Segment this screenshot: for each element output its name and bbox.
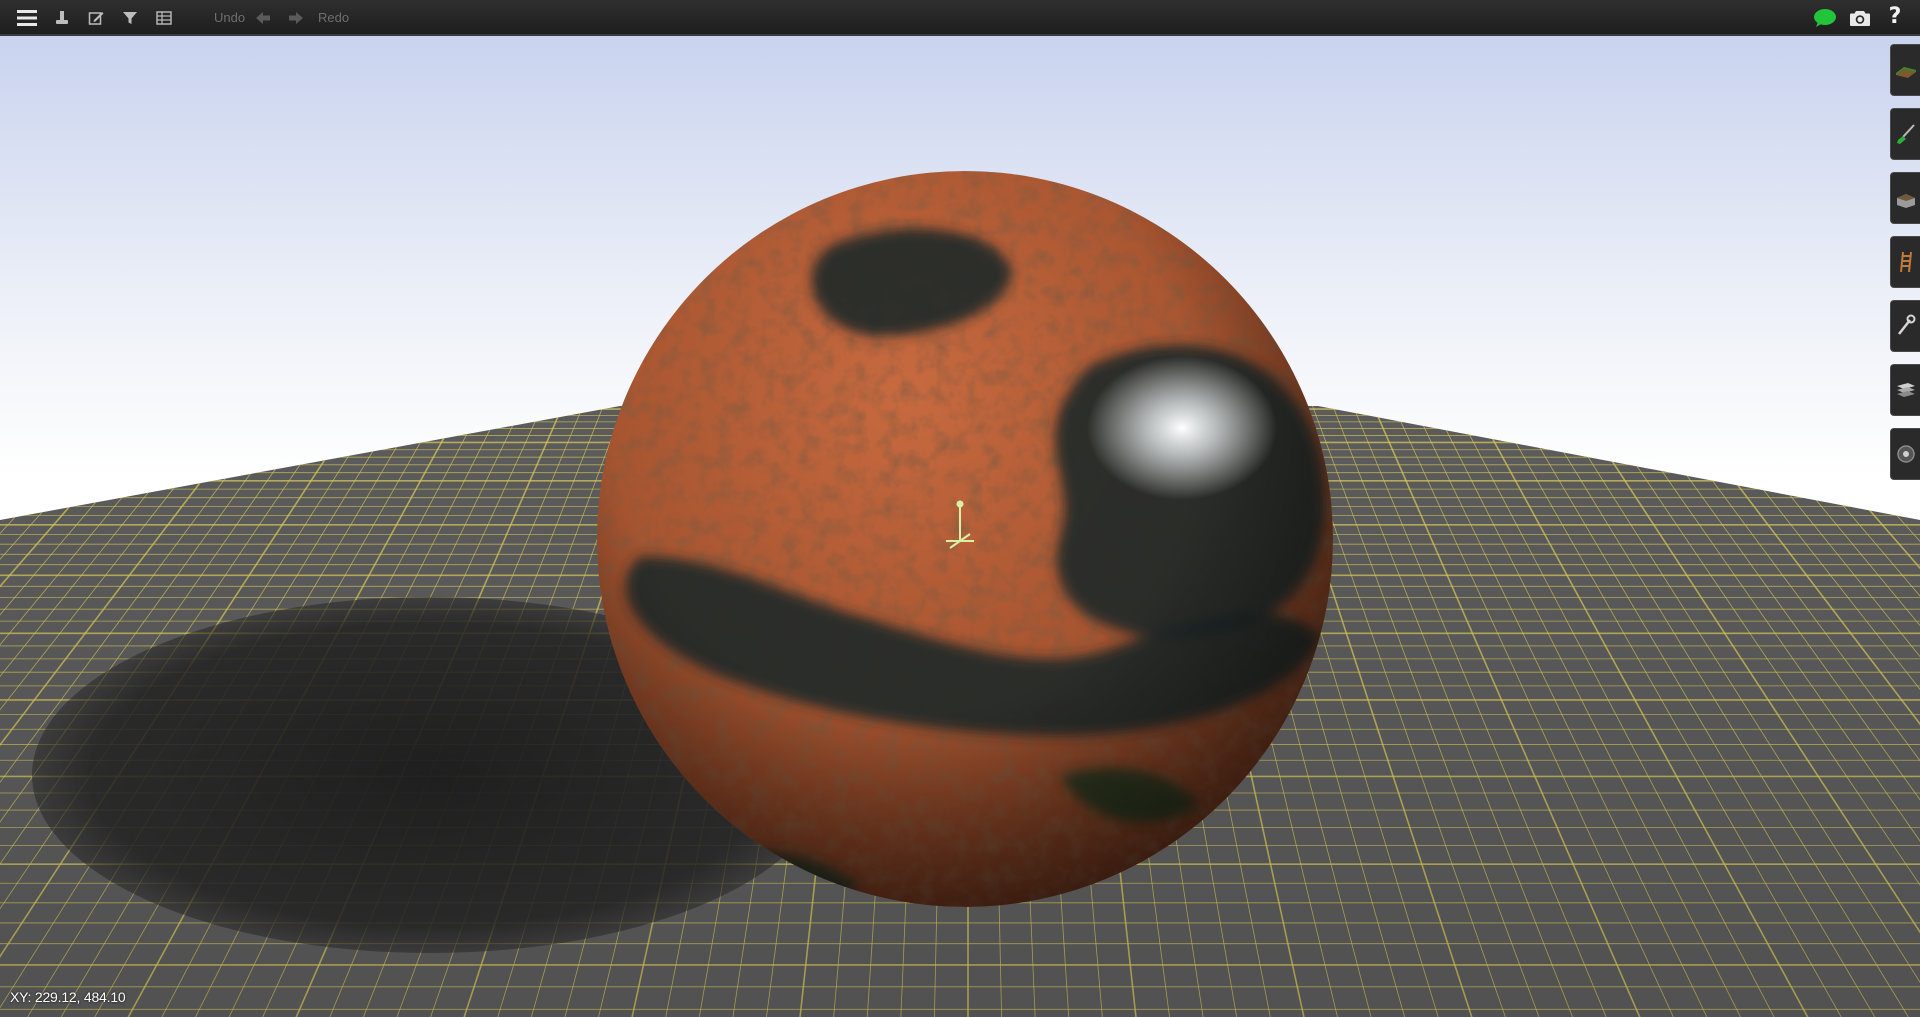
terrain-tool-button[interactable] bbox=[1890, 44, 1920, 96]
person-button[interactable] bbox=[49, 6, 75, 30]
chat-button[interactable] bbox=[1812, 6, 1838, 30]
edit-button[interactable] bbox=[83, 6, 109, 30]
3d-viewport[interactable] bbox=[0, 36, 1920, 1017]
undo-arrow-icon bbox=[256, 12, 270, 24]
layers-tool-icon bbox=[1896, 383, 1915, 397]
menu-icon bbox=[17, 10, 37, 26]
main-menu-button[interactable] bbox=[14, 6, 40, 30]
wrench-tool-icon bbox=[1897, 314, 1915, 335]
light-tool-button[interactable] bbox=[1890, 428, 1920, 480]
table-button[interactable] bbox=[151, 6, 177, 30]
wrench-tool-button[interactable] bbox=[1890, 300, 1920, 352]
paint-brush-tool-button[interactable] bbox=[1890, 108, 1920, 160]
ladder-tool-button[interactable] bbox=[1890, 236, 1920, 288]
ladder-tool-icon bbox=[1899, 251, 1912, 273]
person-icon bbox=[56, 11, 68, 24]
light-tool-icon bbox=[1896, 445, 1915, 463]
help-button[interactable]: ? bbox=[1882, 3, 1908, 29]
camera-icon bbox=[1850, 11, 1870, 26]
layers-tool-button[interactable] bbox=[1890, 364, 1920, 416]
filter-button[interactable] bbox=[117, 6, 143, 30]
undo-arrow-button[interactable] bbox=[250, 6, 276, 30]
redo-arrow-icon bbox=[289, 12, 303, 24]
coordinates-readout: XY: 229.12, 484.10 bbox=[10, 989, 126, 1005]
terrain-tool-icon bbox=[1895, 67, 1916, 78]
redo-button[interactable]: Redo bbox=[318, 10, 349, 26]
scene-canvas[interactable] bbox=[0, 36, 1920, 1017]
chat-icon bbox=[1814, 9, 1836, 27]
top-toolbar: Undo Redo ? bbox=[0, 0, 1920, 36]
help-icon: ? bbox=[1888, 3, 1902, 29]
edit-icon bbox=[88, 12, 104, 25]
paint-brush-tool-icon bbox=[1896, 124, 1915, 144]
building-tool-icon bbox=[1896, 194, 1915, 208]
filter-icon bbox=[123, 12, 137, 24]
undo-button[interactable]: Undo bbox=[214, 10, 245, 26]
building-tool-button[interactable] bbox=[1890, 172, 1920, 224]
redo-arrow-button[interactable] bbox=[283, 6, 309, 30]
table-icon bbox=[156, 11, 172, 25]
screenshot-button[interactable] bbox=[1847, 6, 1873, 30]
